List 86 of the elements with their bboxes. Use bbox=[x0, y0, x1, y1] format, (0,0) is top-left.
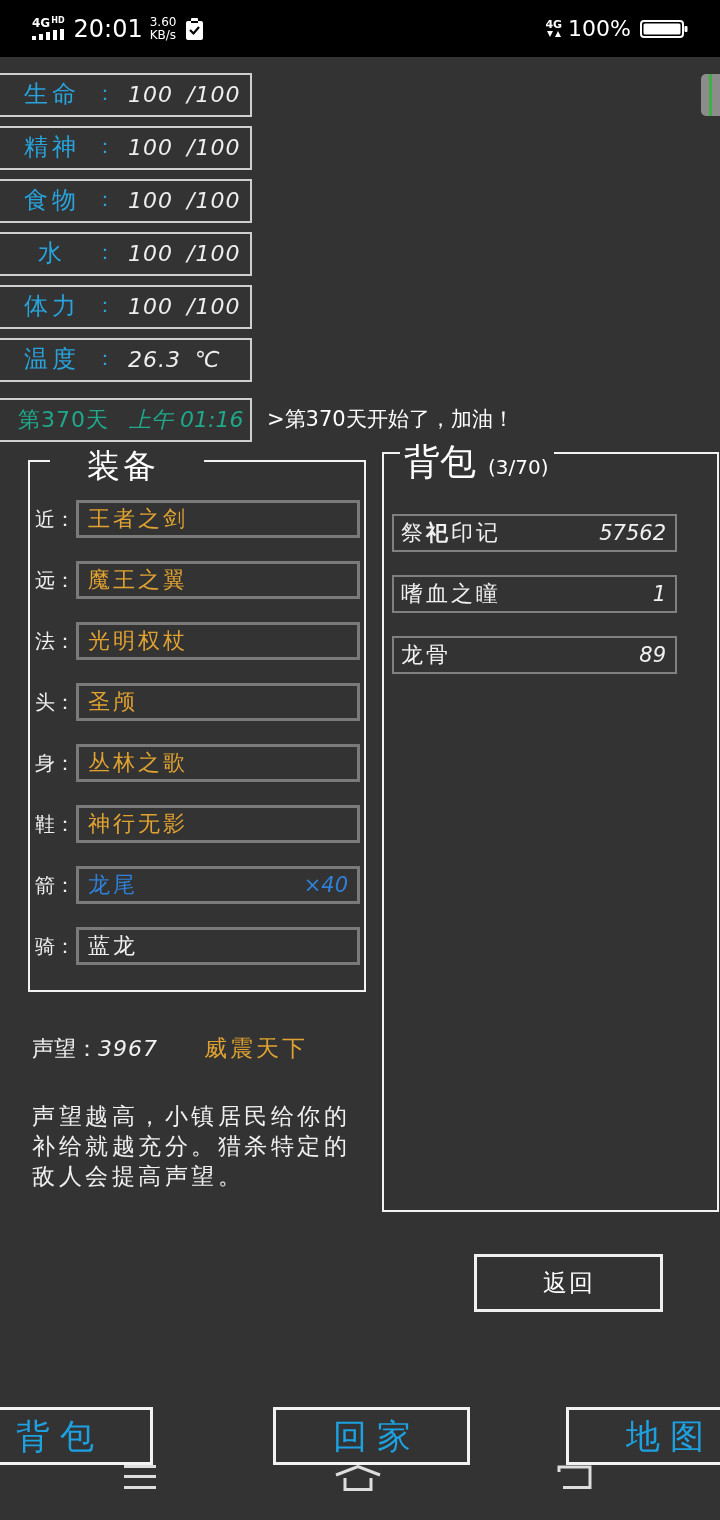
data-arrows-icon bbox=[546, 30, 561, 38]
stat-separator: ： bbox=[95, 187, 115, 211]
stat-max: /100 bbox=[187, 84, 241, 106]
signal-icon bbox=[32, 29, 64, 40]
equipment-slot[interactable]: 龙尾 ×40 bbox=[76, 866, 360, 904]
clipboard-check-icon bbox=[186, 17, 204, 40]
item-name: 圣颅 bbox=[88, 691, 138, 713]
stat-label: 精神 bbox=[24, 132, 80, 161]
equipment-slot[interactable]: 光明权杖 bbox=[76, 622, 360, 660]
item-count: 89 bbox=[639, 644, 666, 666]
item-name: 王者之剑 bbox=[88, 508, 188, 530]
reputation-title: 威震天下 bbox=[204, 1034, 308, 1063]
network-type-label: 4G bbox=[32, 17, 51, 29]
item-name: 龙骨 bbox=[401, 644, 451, 666]
reputation-description: 声望越高，小镇居民给你的补给就越充分。猎杀特定的敌人会提高声望。 bbox=[32, 1101, 351, 1191]
stat-value: 26.3 bbox=[128, 349, 181, 371]
stat-max: /100 bbox=[187, 190, 241, 212]
log-message: >第370天开始了，加油！ bbox=[267, 406, 514, 434]
mobile-data-label: 4G bbox=[545, 19, 563, 30]
panel-title: 背包 bbox=[404, 440, 476, 484]
network-speed: 3.60 bbox=[149, 15, 177, 29]
inventory-item[interactable]: 龙骨 89 bbox=[392, 636, 677, 674]
stat-separator: ： bbox=[95, 293, 115, 317]
stat-label: 温度 bbox=[24, 344, 80, 373]
panel-title: 装备 bbox=[87, 446, 159, 486]
slot-label: 头： bbox=[35, 692, 76, 712]
stat-max: /100 bbox=[187, 296, 241, 318]
slot-label: 箭： bbox=[35, 875, 76, 895]
item-name: 蓝龙 bbox=[88, 935, 138, 957]
stat-max: /100 bbox=[187, 243, 241, 265]
clock-time: 20:01 bbox=[73, 16, 143, 41]
slot-label: 法： bbox=[35, 631, 76, 651]
game-time: 上午 01:16 bbox=[129, 409, 244, 431]
stat-max: /100 bbox=[187, 137, 241, 159]
slot-label: 鞋： bbox=[35, 814, 76, 834]
item-count: 1 bbox=[652, 583, 666, 605]
stat-label: 食物 bbox=[24, 185, 80, 214]
item-name: 丛林之歌 bbox=[88, 752, 188, 774]
battery-icon bbox=[640, 19, 688, 38]
stat-value: 100 bbox=[128, 137, 173, 159]
slot-label: 骑： bbox=[35, 936, 76, 956]
nav-button[interactable]: 回家 bbox=[273, 1407, 470, 1465]
equipment-slot[interactable]: 圣颅 bbox=[76, 683, 360, 721]
slot-label: 远： bbox=[35, 570, 76, 590]
nav-button[interactable]: 地图 bbox=[566, 1407, 720, 1465]
hd-label: HD bbox=[51, 17, 65, 25]
stat-separator: ： bbox=[95, 240, 115, 264]
speed-unit: KB/s bbox=[149, 28, 177, 42]
stat-max: ℃ bbox=[195, 349, 221, 371]
item-name: 嗜血之瞳 bbox=[401, 583, 501, 605]
stat-label: 水 bbox=[38, 238, 66, 267]
stat-value: 100 bbox=[128, 84, 173, 106]
stat-value: 100 bbox=[128, 190, 173, 212]
return-button[interactable]: 返回 bbox=[474, 1254, 663, 1312]
item-name: 龙尾 bbox=[88, 874, 138, 896]
stat-value: 100 bbox=[128, 296, 173, 318]
reputation-value: 3967 bbox=[98, 1035, 158, 1063]
backpack-capacity: (3/70) bbox=[488, 454, 549, 481]
nav-button[interactable]: 背包 bbox=[0, 1407, 153, 1465]
equipment-slot[interactable]: 王者之剑 bbox=[76, 500, 360, 538]
equipment-slot[interactable]: 魔王之翼 bbox=[76, 561, 360, 599]
stat-separator: ： bbox=[95, 346, 115, 370]
item-count: 57562 bbox=[599, 522, 666, 544]
item-name: 魔王之翼 bbox=[88, 569, 188, 591]
item-name: 祭祀印记 bbox=[401, 522, 501, 544]
item-name: 神行无影 bbox=[88, 813, 188, 835]
inventory-item[interactable]: 嗜血之瞳 1 bbox=[392, 575, 677, 613]
stat-value: 100 bbox=[128, 243, 173, 265]
reputation-label: 声望： bbox=[32, 1035, 98, 1063]
stat-label: 生命 bbox=[24, 79, 80, 108]
menu-icon[interactable] bbox=[123, 1465, 157, 1489]
equipment-slot[interactable]: 神行无影 bbox=[76, 805, 360, 843]
home-icon[interactable] bbox=[334, 1465, 382, 1491]
stat-separator: ： bbox=[95, 134, 115, 158]
back-icon[interactable] bbox=[557, 1465, 593, 1489]
battery-percent: 100% bbox=[568, 17, 631, 40]
day-counter: 第370天 bbox=[18, 409, 109, 431]
item-name: 光明权杖 bbox=[88, 630, 188, 652]
item-count: ×40 bbox=[303, 874, 348, 896]
equipment-slot[interactable]: 蓝龙 bbox=[76, 927, 360, 965]
inventory-item[interactable]: 祭祀印记 57562 bbox=[392, 514, 677, 552]
stat-label: 体力 bbox=[24, 291, 80, 320]
stat-separator: ： bbox=[95, 81, 115, 105]
equipment-slot[interactable]: 丛林之歌 bbox=[76, 744, 360, 782]
slot-label: 近： bbox=[35, 509, 76, 529]
slot-label: 身： bbox=[35, 753, 76, 773]
